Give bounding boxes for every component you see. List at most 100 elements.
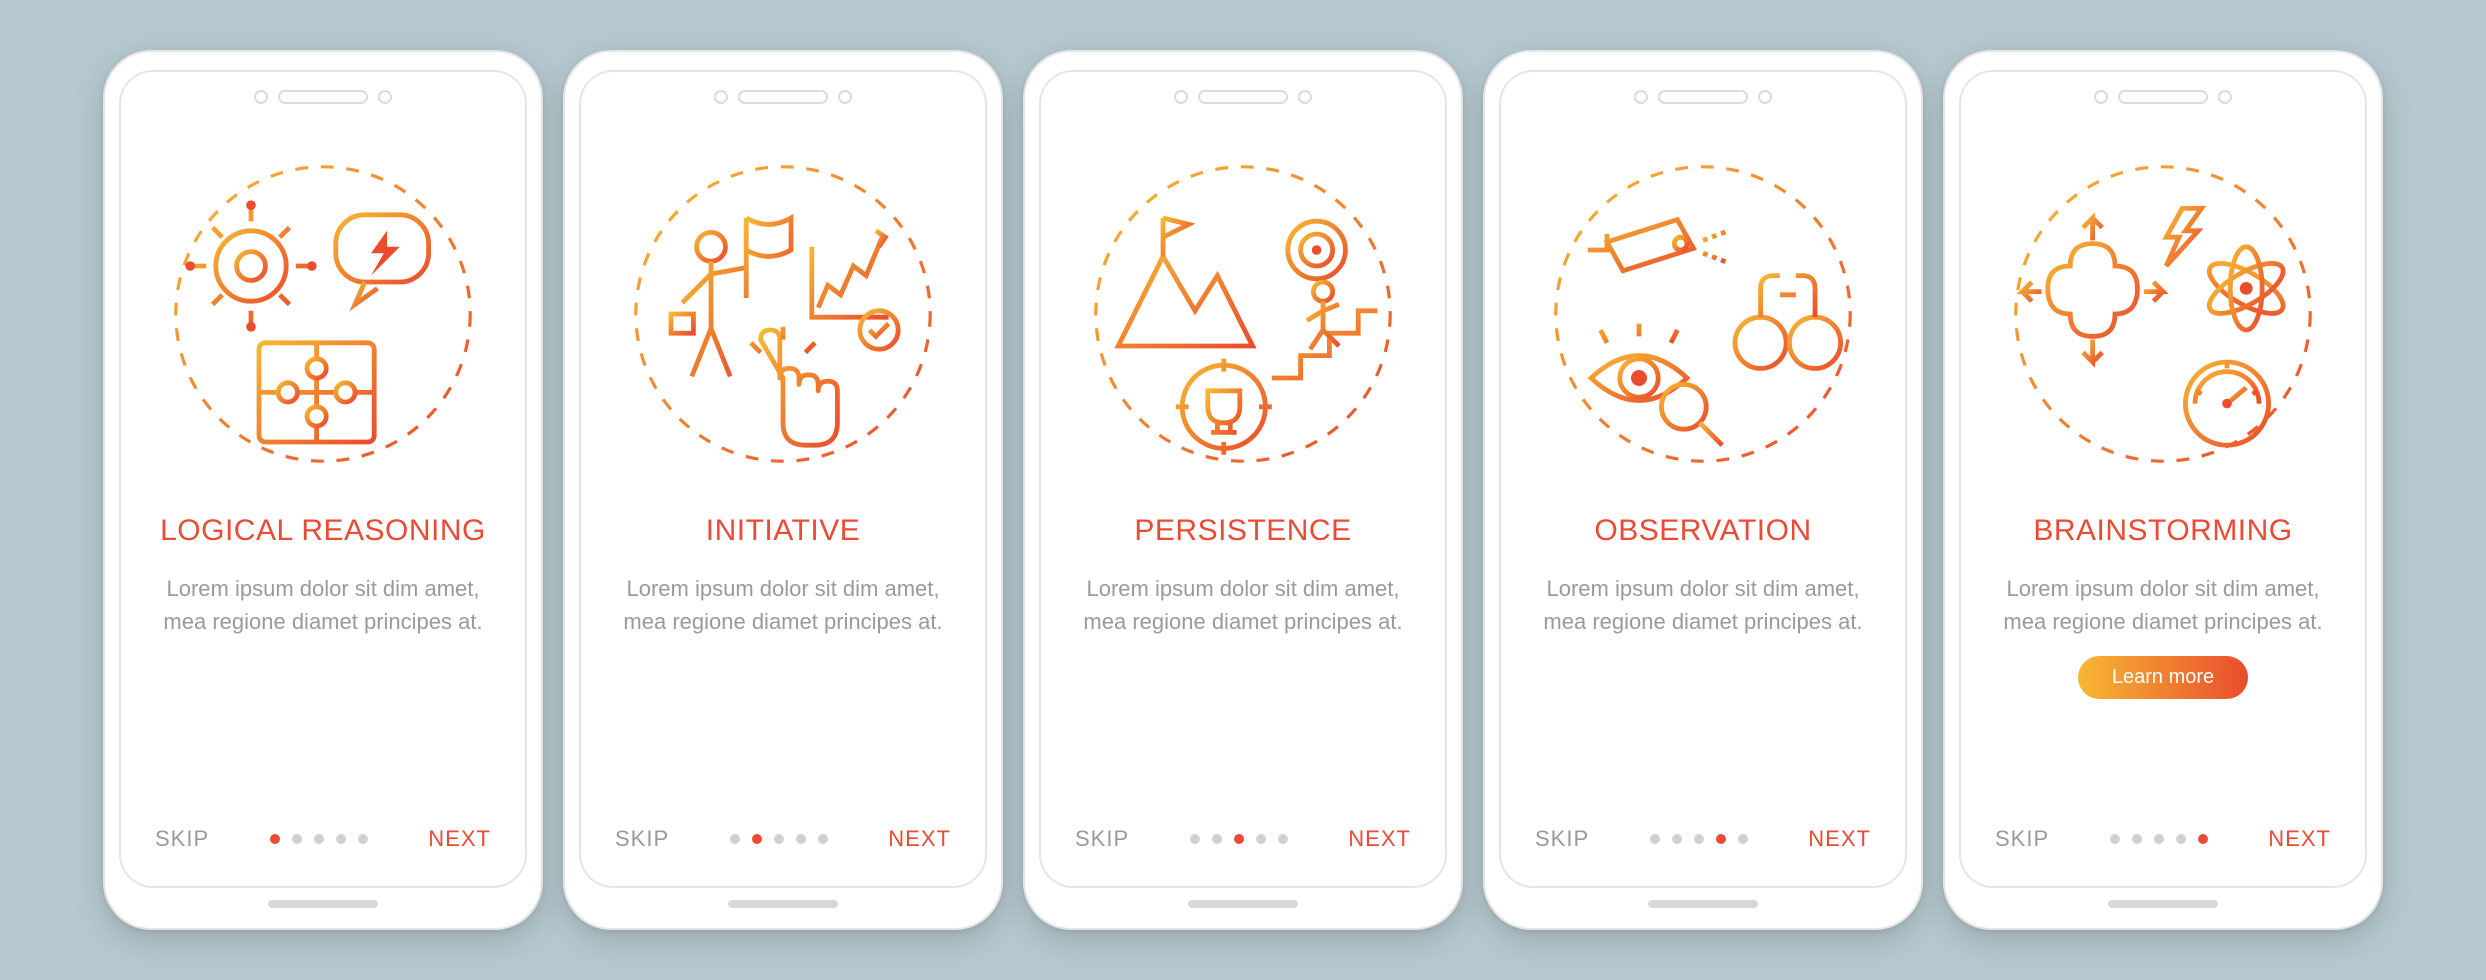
nav-row: SKIP NEXT: [1069, 826, 1417, 862]
trophy-target-icon: [1176, 359, 1272, 455]
next-button[interactable]: NEXT: [1808, 826, 1871, 852]
home-indicator: [1648, 900, 1758, 908]
home-indicator: [728, 900, 838, 908]
page-dot-1[interactable]: [270, 834, 280, 844]
eye-magnifier-icon: [1591, 324, 1722, 446]
page-dot-2[interactable]: [1672, 834, 1682, 844]
lightning-icon: [2166, 208, 2201, 266]
pagination-dots: [1650, 834, 1748, 844]
next-button[interactable]: NEXT: [2268, 826, 2331, 852]
skip-button[interactable]: SKIP: [1075, 826, 1129, 852]
page-dot-1[interactable]: [2110, 834, 2120, 844]
camera-dot-icon: [254, 90, 268, 104]
nav-row: SKIP NEXT: [1989, 826, 2337, 862]
target-icon: [1288, 221, 1346, 279]
skip-button[interactable]: SKIP: [155, 826, 209, 852]
notch-decor: [1174, 90, 1312, 104]
screen-title: Initiative: [706, 514, 860, 548]
screen-title: Brainstorming: [2033, 514, 2292, 548]
page-dot-1[interactable]: [730, 834, 740, 844]
page-dot-4[interactable]: [2176, 834, 2186, 844]
logical-reasoning-illustration: [163, 154, 483, 474]
page-dot-5[interactable]: [1738, 834, 1748, 844]
sensor-dot-icon: [838, 90, 852, 104]
page-dot-2[interactable]: [1212, 834, 1222, 844]
screen-5: Brainstorming Lorem ipsum dolor sit dim …: [1959, 70, 2367, 888]
page-dot-2[interactable]: [2132, 834, 2142, 844]
phone-frame-3: Persistence Lorem ipsum dolor sit dim am…: [1023, 50, 1463, 930]
page-dot-4[interactable]: [1256, 834, 1266, 844]
page-dot-3[interactable]: [314, 834, 324, 844]
screen-description: Lorem ipsum dolor sit dim amet, mea regi…: [613, 572, 953, 638]
page-dot-5[interactable]: [1278, 834, 1288, 844]
person-flag-icon: [671, 218, 791, 376]
phone-frame-4: Observation Lorem ipsum dolor sit dim am…: [1483, 50, 1923, 930]
sensor-dot-icon: [378, 90, 392, 104]
atom-icon: [2202, 247, 2290, 330]
screen-title: Observation: [1594, 514, 1811, 548]
sensor-dot-icon: [1758, 90, 1772, 104]
skip-button[interactable]: SKIP: [1535, 826, 1589, 852]
cctv-camera-icon: [1588, 220, 1729, 271]
notch-decor: [1634, 90, 1772, 104]
page-dot-3[interactable]: [774, 834, 784, 844]
next-button[interactable]: NEXT: [428, 826, 491, 852]
camera-dot-icon: [2094, 90, 2108, 104]
binoculars-icon: [1735, 276, 1841, 369]
page-dot-3[interactable]: [2154, 834, 2164, 844]
page-dot-2[interactable]: [292, 834, 302, 844]
screen-description: Lorem ipsum dolor sit dim amet, mea regi…: [1073, 572, 1413, 638]
home-indicator: [268, 900, 378, 908]
camera-dot-icon: [714, 90, 728, 104]
notch-decor: [254, 90, 392, 104]
phone-frame-2: Initiative Lorem ipsum dolor sit dim ame…: [563, 50, 1003, 930]
skip-button[interactable]: SKIP: [1995, 826, 2049, 852]
stairs-person-icon: [1272, 282, 1378, 378]
gauge-icon: [2185, 362, 2268, 445]
lightning-bubble-icon: [336, 215, 429, 305]
screen-title: Logical reasoning: [160, 514, 486, 548]
phone-frame-5: Brainstorming Lorem ipsum dolor sit dim …: [1943, 50, 2383, 930]
brain-arrows-icon: [2022, 218, 2163, 362]
page-dot-4[interactable]: [1716, 834, 1726, 844]
page-dot-4[interactable]: [796, 834, 806, 844]
speaker-pill-icon: [2118, 90, 2208, 104]
next-button[interactable]: NEXT: [888, 826, 951, 852]
sensor-dot-icon: [1298, 90, 1312, 104]
nav-row: SKIP NEXT: [1529, 826, 1877, 862]
learn-more-button[interactable]: Learn more: [2078, 656, 2248, 699]
screen-description: Lorem ipsum dolor sit dim amet, mea regi…: [1993, 572, 2333, 638]
page-dot-1[interactable]: [1650, 834, 1660, 844]
screen-title: Persistence: [1134, 514, 1351, 548]
camera-dot-icon: [1634, 90, 1648, 104]
page-dot-2[interactable]: [752, 834, 762, 844]
gear-icon: [185, 200, 316, 331]
page-dot-4[interactable]: [336, 834, 346, 844]
nav-row: SKIP NEXT: [149, 826, 497, 862]
persistence-illustration: [1083, 154, 1403, 474]
skip-button[interactable]: SKIP: [615, 826, 669, 852]
home-indicator: [1188, 900, 1298, 908]
page-dot-5[interactable]: [2198, 834, 2208, 844]
page-dot-5[interactable]: [358, 834, 368, 844]
pagination-dots: [2110, 834, 2208, 844]
page-dot-1[interactable]: [1190, 834, 1200, 844]
mountain-flag-icon: [1118, 218, 1252, 346]
pagination-dots: [730, 834, 828, 844]
phones-row: Logical reasoning Lorem ipsum dolor sit …: [103, 50, 2383, 930]
puzzle-icon: [259, 343, 374, 442]
screen-4: Observation Lorem ipsum dolor sit dim am…: [1499, 70, 1907, 888]
screen-1: Logical reasoning Lorem ipsum dolor sit …: [119, 70, 527, 888]
speaker-pill-icon: [1658, 90, 1748, 104]
home-indicator: [2108, 900, 2218, 908]
page-dot-5[interactable]: [818, 834, 828, 844]
camera-dot-icon: [1174, 90, 1188, 104]
growth-chart-icon: [812, 231, 898, 349]
page-dot-3[interactable]: [1694, 834, 1704, 844]
next-button[interactable]: NEXT: [1348, 826, 1411, 852]
initiative-illustration: [623, 154, 943, 474]
page-dot-3[interactable]: [1234, 834, 1244, 844]
brainstorming-illustration: [2003, 154, 2323, 474]
tap-hand-icon: [751, 327, 837, 445]
pagination-dots: [1190, 834, 1288, 844]
